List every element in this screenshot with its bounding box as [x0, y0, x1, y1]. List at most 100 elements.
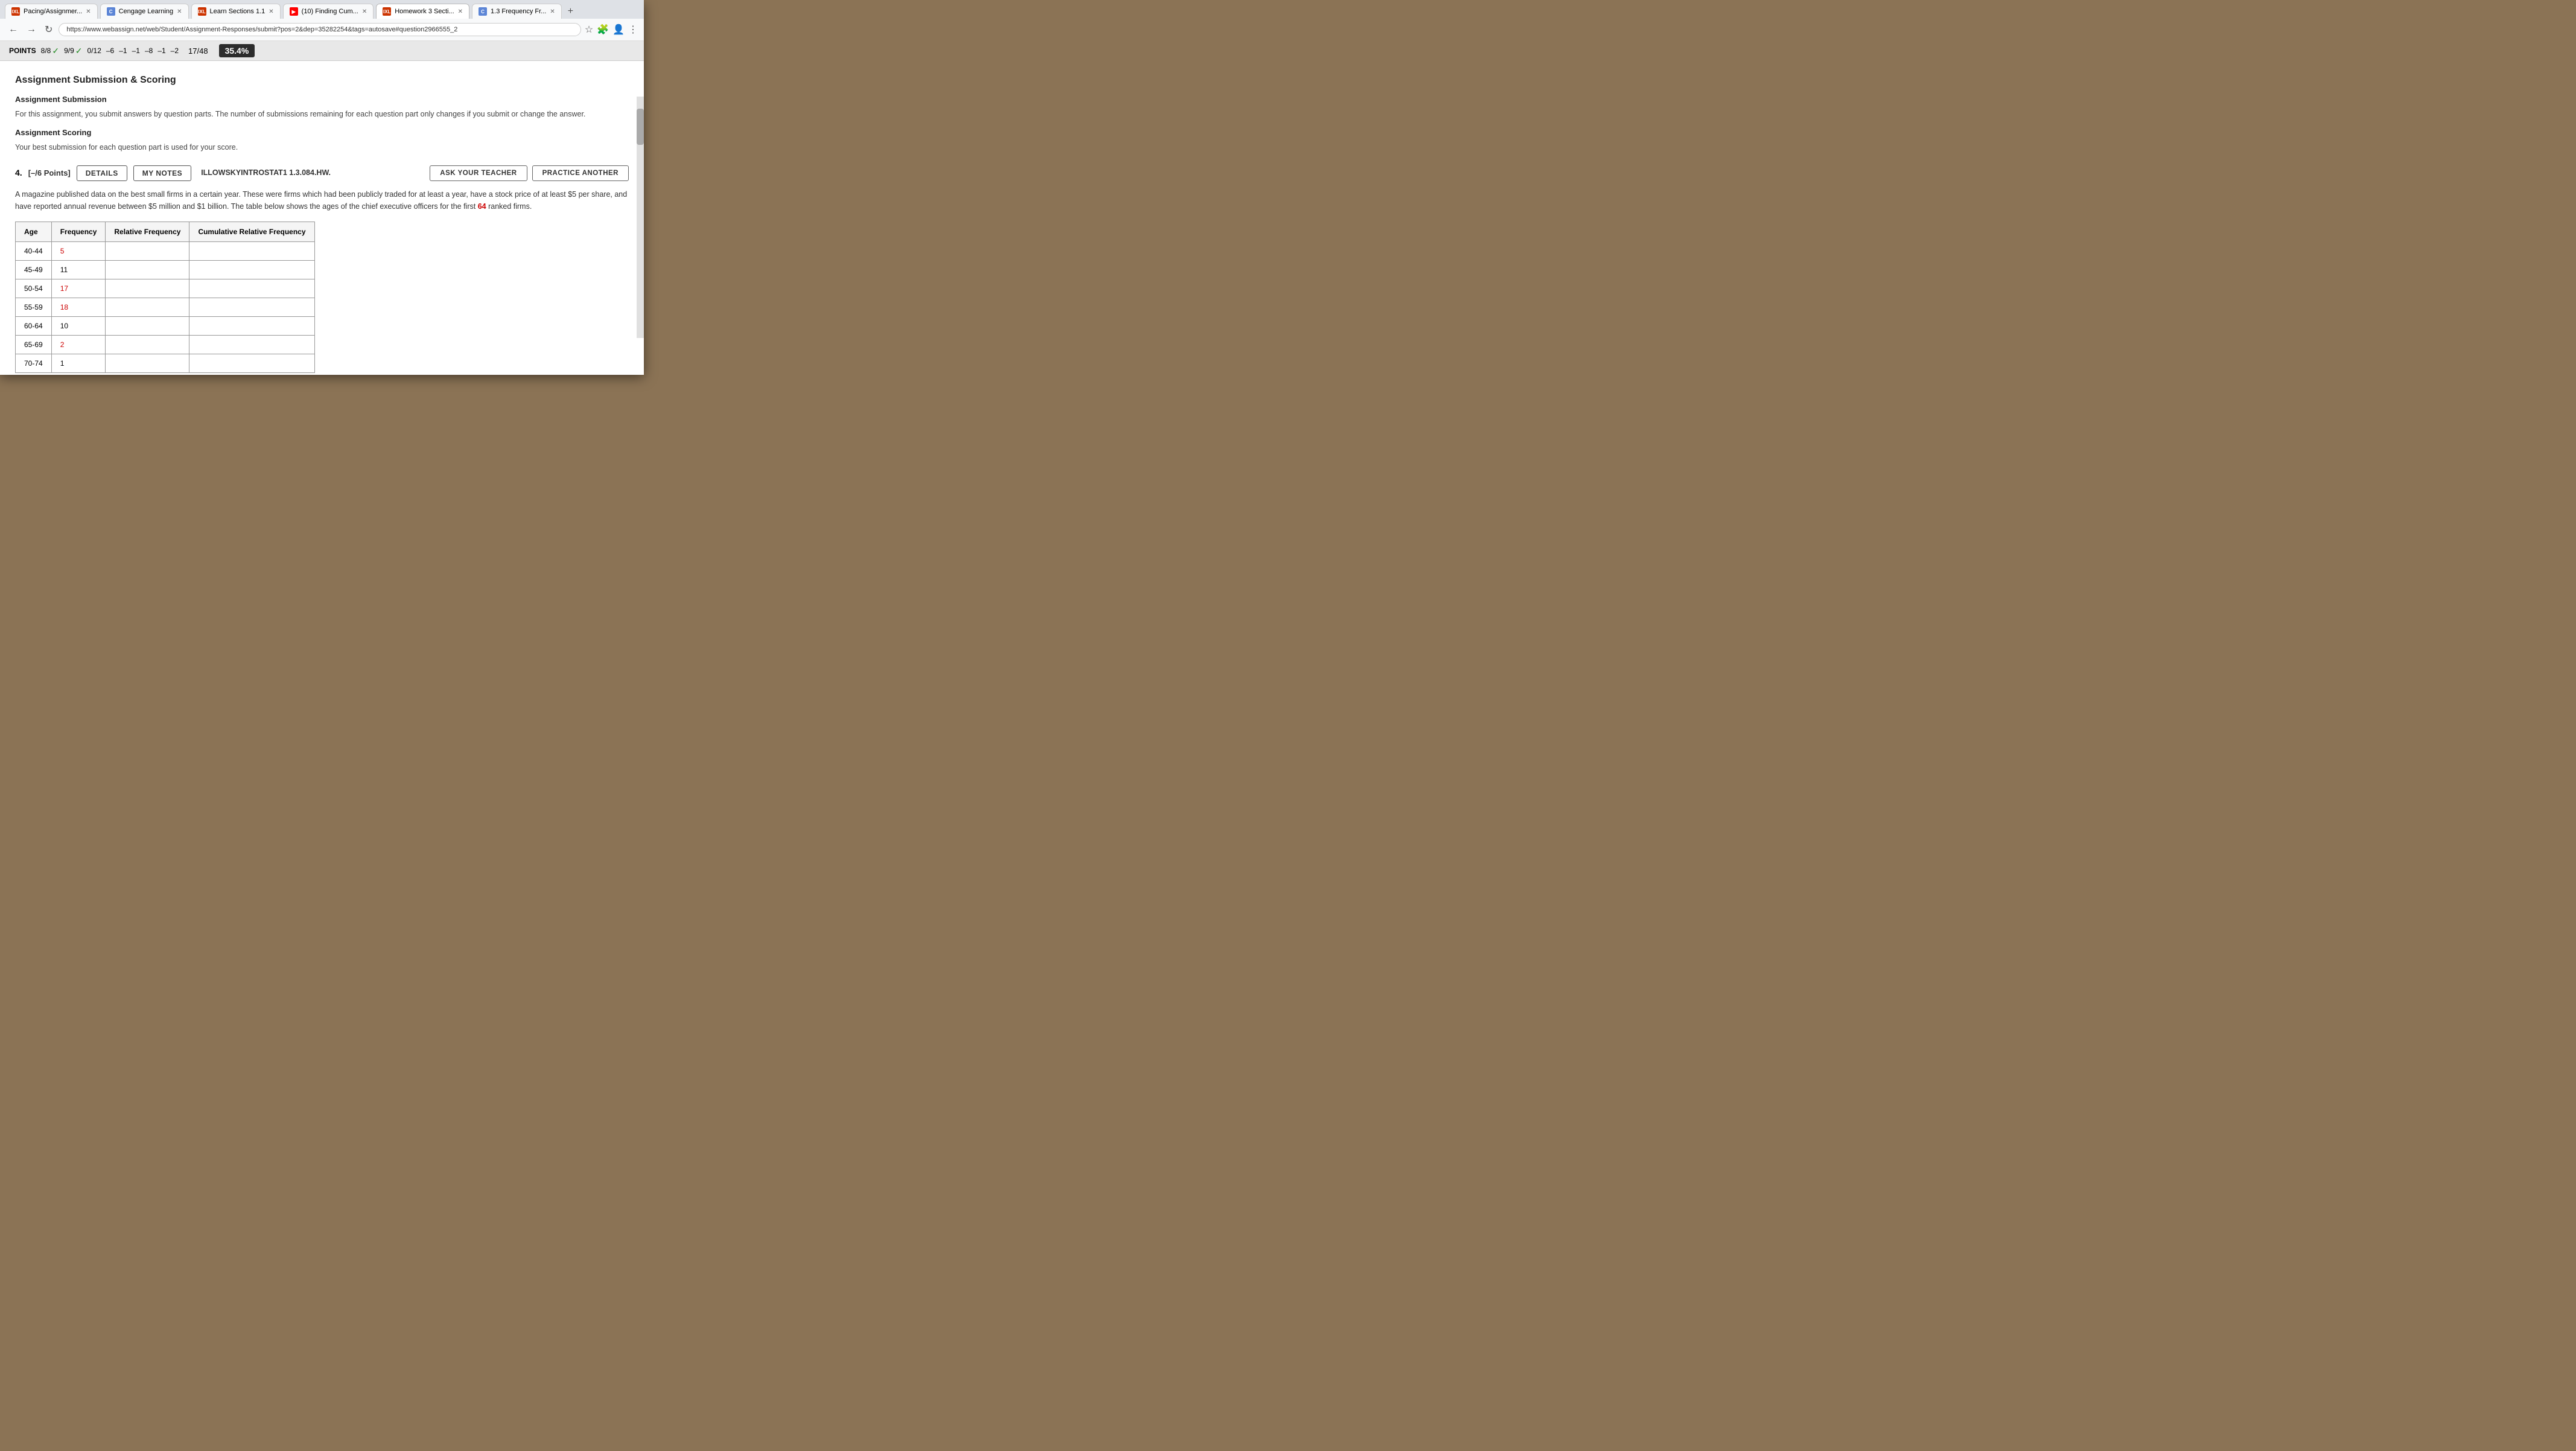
table-cell-age: 45-49 — [16, 260, 52, 279]
table-header-cum-rel-freq: Cumulative Relative Frequency — [189, 222, 314, 241]
tab-youtube-close[interactable]: ✕ — [362, 8, 367, 15]
table-cell-age: 40-44 — [16, 241, 52, 260]
table-cell-cum-rel-freq — [189, 335, 314, 354]
my-notes-button[interactable]: MY NOTES — [133, 165, 191, 181]
score-value-6: –1 — [132, 46, 140, 55]
details-button[interactable]: DETAILS — [77, 165, 127, 181]
nav-icons: ☆ 🧩 👤 ⋮ — [585, 24, 638, 36]
tab-cengage-label: Cengage Learning — [119, 8, 174, 15]
table-cell-age: 65-69 — [16, 335, 52, 354]
score-item-1: 8/8 ✓ — [41, 46, 59, 56]
table-cell-rel-freq — [106, 335, 189, 354]
tab-learn-close[interactable]: ✕ — [269, 8, 273, 15]
table-cell-rel-freq — [106, 260, 189, 279]
new-tab-button[interactable]: + — [564, 5, 577, 18]
points-label: POINTS — [9, 46, 36, 55]
table-cell-rel-freq — [106, 354, 189, 372]
scoring-heading: Assignment Scoring — [15, 127, 629, 139]
problem-description: A magazine published data on the best sm… — [15, 188, 629, 212]
tab-youtube-favicon: ▶ — [290, 7, 298, 16]
tab-pacing-close[interactable]: ✕ — [86, 8, 91, 15]
tab-pacing[interactable]: IXL Pacing/Assignmer... ✕ — [5, 4, 98, 19]
profile-icon[interactable]: 👤 — [612, 24, 625, 36]
refresh-button[interactable]: ↻ — [42, 22, 55, 37]
description-text: A magazine published data on the best sm… — [15, 190, 627, 211]
description-end: ranked firms. — [488, 202, 532, 211]
score-value-5: –1 — [119, 46, 127, 55]
ask-teacher-button[interactable]: ASK YOUR TEACHER — [430, 165, 527, 181]
score-fraction: 17/48 — [188, 46, 208, 56]
tab-cengage-close[interactable]: ✕ — [177, 8, 182, 15]
table-cell-frequency: 17 — [51, 279, 106, 298]
score-value-3: 0/12 — [87, 46, 101, 55]
menu-icon[interactable]: ⋮ — [628, 24, 638, 36]
browser-window: IXL Pacing/Assignmer... ✕ C Cengage Lear… — [0, 0, 644, 375]
table-cell-age: 70-74 — [16, 354, 52, 372]
practice-another-button[interactable]: PRACTICE ANOTHER — [532, 165, 629, 181]
score-item-2: 9/9 ✓ — [64, 46, 82, 56]
table-row: 60-6410 — [16, 316, 315, 335]
tab-learn[interactable]: IXL Learn Sections 1.1 ✕ — [191, 4, 281, 19]
tab-frequency-close[interactable]: ✕ — [550, 8, 555, 15]
table-row: 50-5417 — [16, 279, 315, 298]
tab-youtube-label: (10) Finding Cum... — [302, 8, 358, 15]
table-cell-cum-rel-freq — [189, 260, 314, 279]
score-value-9: –2 — [171, 46, 179, 55]
frequency-table: Age Frequency Relative Frequency Cumulat… — [15, 222, 315, 373]
tab-pacing-label: Pacing/Assignmer... — [24, 8, 82, 15]
submission-text: For this assignment, you submit answers … — [15, 109, 629, 120]
bookmark-icon[interactable]: ☆ — [585, 24, 593, 36]
table-cell-frequency: 1 — [51, 354, 106, 372]
question-header: 4. [–/6 Points] DETAILS MY NOTES ILLOWSK… — [15, 165, 629, 181]
tab-homework[interactable]: IXL Homework 3 Secti... ✕ — [376, 4, 469, 19]
tab-cengage[interactable]: C Cengage Learning ✕ — [100, 4, 189, 19]
scrollbar[interactable] — [637, 97, 644, 338]
table-cell-rel-freq — [106, 279, 189, 298]
table-cell-rel-freq — [106, 241, 189, 260]
table-row: 65-692 — [16, 335, 315, 354]
table-cell-cum-rel-freq — [189, 279, 314, 298]
table-row: 55-5918 — [16, 298, 315, 316]
nav-bar: ← → ↻ https://www.webassign.net/web/Stud… — [0, 19, 644, 41]
back-button[interactable]: ← — [6, 23, 21, 36]
tab-youtube[interactable]: ▶ (10) Finding Cum... ✕ — [283, 4, 374, 19]
extension-icon[interactable]: 🧩 — [597, 24, 609, 36]
tab-cengage-favicon: C — [107, 7, 115, 16]
tab-frequency-label: 1.3 Frequency Fr... — [491, 8, 546, 15]
tab-homework-close[interactable]: ✕ — [458, 8, 463, 15]
check-2: ✓ — [75, 46, 83, 56]
table-cell-cum-rel-freq — [189, 316, 314, 335]
check-1: ✓ — [52, 46, 59, 56]
forward-button[interactable]: → — [24, 23, 39, 36]
table-cell-cum-rel-freq — [189, 354, 314, 372]
scoring-text: Your best submission for each question p… — [15, 142, 629, 153]
scrollbar-thumb[interactable] — [637, 109, 644, 145]
question-number: 4. — [15, 167, 22, 179]
table-cell-age: 60-64 — [16, 316, 52, 335]
table-cell-rel-freq — [106, 316, 189, 335]
score-value-1: 8/8 — [41, 46, 51, 55]
score-value-4: –6 — [106, 46, 114, 55]
table-row: 40-445 — [16, 241, 315, 260]
points-label-inline: [–/6 Points] — [28, 167, 71, 179]
address-bar[interactable]: https://www.webassign.net/web/Student/As… — [59, 23, 580, 36]
table-cell-frequency: 18 — [51, 298, 106, 316]
table-cell-frequency: 11 — [51, 260, 106, 279]
tab-homework-label: Homework 3 Secti... — [395, 8, 454, 15]
tab-learn-label: Learn Sections 1.1 — [210, 8, 266, 15]
table-cell-frequency: 10 — [51, 316, 106, 335]
tab-frequency[interactable]: C 1.3 Frequency Fr... ✕ — [472, 4, 562, 19]
table-header-rel-freq: Relative Frequency — [106, 222, 189, 241]
table-cell-cum-rel-freq — [189, 298, 314, 316]
page-content: Assignment Submission & Scoring Assignme… — [0, 61, 644, 375]
description-highlight: 64 — [478, 202, 486, 211]
tab-homework-favicon: IXL — [383, 7, 391, 16]
table-cell-age: 55-59 — [16, 298, 52, 316]
score-value-7: –8 — [145, 46, 153, 55]
table-row: 70-741 — [16, 354, 315, 372]
points-bar: POINTS 8/8 ✓ 9/9 ✓ 0/12 –6 –1 –1 –8 –1 –… — [0, 41, 644, 61]
score-value-8: –1 — [157, 46, 165, 55]
tab-learn-favicon: IXL — [198, 7, 206, 16]
table-cell-cum-rel-freq — [189, 241, 314, 260]
submission-heading: Assignment Submission — [15, 94, 629, 106]
